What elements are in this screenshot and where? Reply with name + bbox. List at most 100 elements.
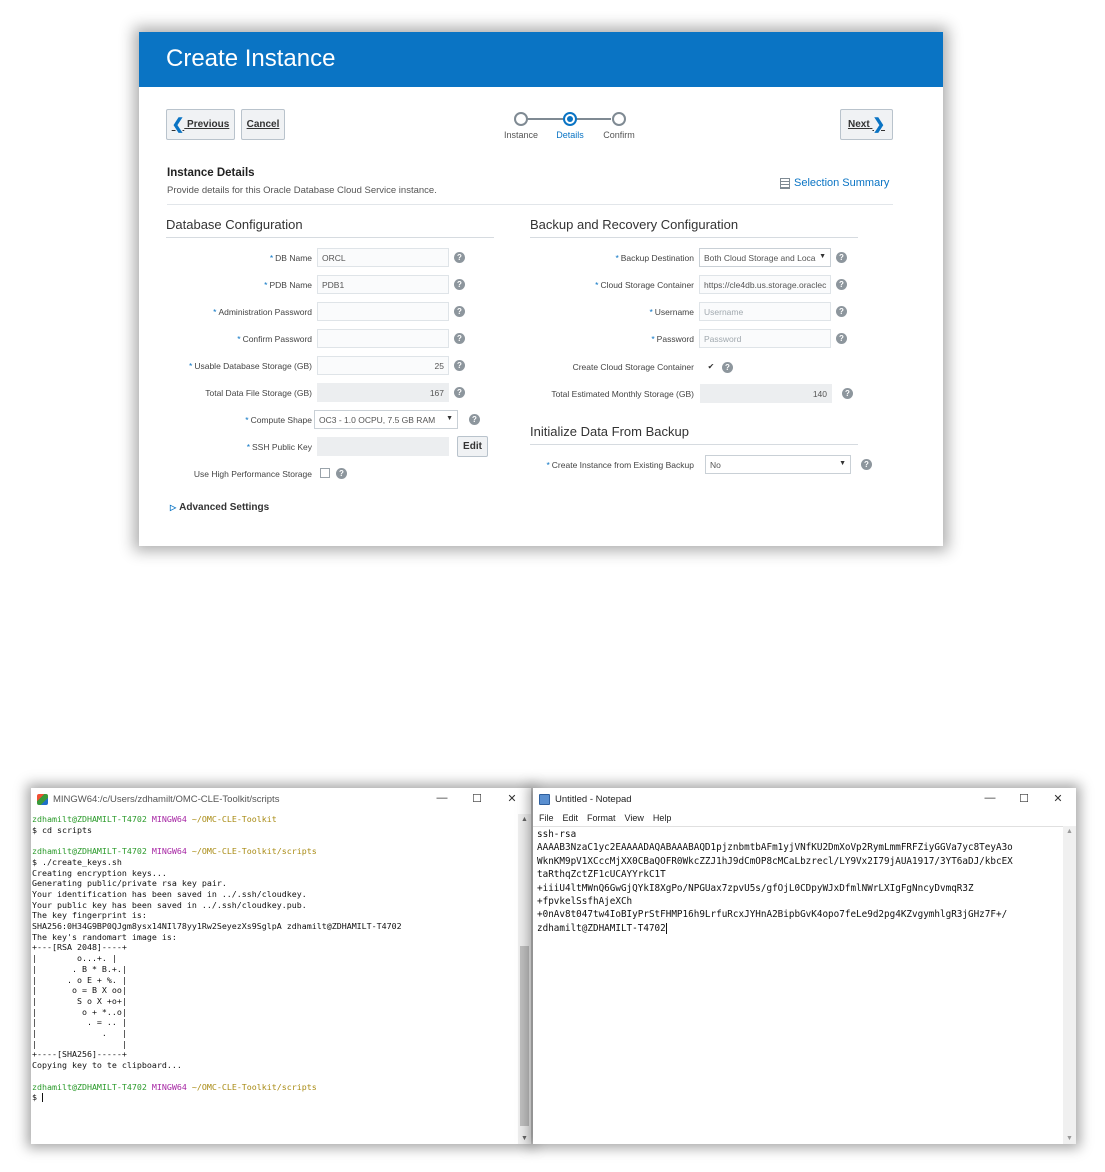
text-line: +fpvkelSsfhAjeXCh <box>537 896 633 908</box>
text-line: AAAAB3NzaC1yc2EAAAADAQABAAABAQD1pjznbmtb… <box>537 842 1013 854</box>
cloud-storage-container-label: * Cloud Storage Container <box>595 280 694 290</box>
text-line: taRthqZctZF1cUCAYYrkC1T <box>537 869 666 881</box>
confirm-password-input[interactable] <box>317 329 449 348</box>
create-container-checkbox[interactable]: ✔ <box>706 362 716 372</box>
admin-password-input[interactable] <box>317 302 449 321</box>
close-icon[interactable]: ✕ <box>1051 792 1065 805</box>
help-icon[interactable]: ? <box>454 333 465 344</box>
text-line: +iiiU4ltMWnQ6GwGjQYkI8XgPo/NPGUax7zpvU5s… <box>537 882 974 894</box>
help-icon[interactable]: ? <box>336 468 347 479</box>
chevron-right-icon: ❯ <box>872 116 886 133</box>
cloud-storage-container-input[interactable]: https://cle4db.us.storage.oraclec <box>699 275 831 294</box>
help-icon[interactable]: ? <box>836 279 847 290</box>
confirm-password-label: * Confirm Password <box>237 334 312 344</box>
train-step-details[interactable] <box>563 112 577 126</box>
menu-help[interactable]: Help <box>653 813 672 823</box>
section-divider <box>167 204 893 205</box>
high-performance-label: Use High Performance Storage <box>193 469 312 479</box>
monthly-storage-value: 140 <box>700 384 832 403</box>
db-name-input[interactable]: ORCL <box>317 248 449 267</box>
edit-label: Edit <box>463 441 482 452</box>
train-step-instance[interactable] <box>514 112 528 126</box>
train-step-confirm[interactable] <box>612 112 626 126</box>
cancel-button[interactable]: Cancel <box>241 109 285 140</box>
username-label: * Username <box>649 307 694 317</box>
usable-storage-input[interactable]: 25 <box>317 356 449 375</box>
previous-label: Previous <box>187 119 230 130</box>
backup-destination-select[interactable]: Both Cloud Storage and Loca <box>699 248 831 267</box>
chevron-left-icon: ❮ <box>171 116 185 133</box>
scroll-up-icon[interactable]: ▲ <box>1063 828 1076 835</box>
notepad-window: Untitled - Notepad — ☐ ✕ File Edit Forma… <box>533 788 1076 1144</box>
selection-summary-link[interactable]: Selection Summary <box>780 177 889 189</box>
help-icon[interactable]: ? <box>454 252 465 263</box>
prompt-path: ~/OMC-CLE-Toolkit/scripts <box>191 846 317 857</box>
maximize-icon[interactable]: ☐ <box>1017 792 1031 805</box>
help-icon[interactable]: ? <box>454 306 465 317</box>
text-line: +0nAv8t047tw4IoBIyPrStFHMP16h9LrfuRcxJYH… <box>537 909 1008 921</box>
help-icon[interactable]: ? <box>836 333 847 344</box>
prompt-env: MINGW64 <box>151 846 187 857</box>
database-configuration-heading: Database Configuration <box>166 217 494 238</box>
notepad-menubar: File Edit Format View Help <box>533 810 1076 826</box>
help-icon[interactable]: ? <box>861 459 872 470</box>
notepad-scrollbar[interactable]: ▲ ▼ <box>1063 826 1076 1144</box>
menu-edit[interactable]: Edit <box>563 813 579 823</box>
backup-destination-label: * Backup Destination <box>615 253 694 263</box>
ssh-public-key-input[interactable] <box>317 437 449 456</box>
compute-shape-select[interactable]: OC3 - 1.0 OCPU, 7.5 GB RAM <box>314 410 458 429</box>
previous-button[interactable]: ❮ Previous <box>166 109 235 140</box>
ssh-public-key-label: * SSH Public Key <box>246 442 312 452</box>
username-input[interactable]: Username <box>699 302 831 321</box>
minimize-icon[interactable]: — <box>983 792 997 804</box>
existing-backup-select[interactable]: No <box>705 455 851 474</box>
maximize-icon[interactable]: ☐ <box>470 792 484 805</box>
help-icon[interactable]: ? <box>836 252 847 263</box>
create-container-label: Create Cloud Storage Container <box>572 362 694 372</box>
total-file-storage-value: 167 <box>317 383 449 402</box>
terminal-title: MINGW64:/c/Users/zdhamilt/OMC-CLE-Toolki… <box>53 793 280 805</box>
close-icon[interactable]: ✕ <box>505 792 519 805</box>
notepad-title: Untitled - Notepad <box>555 793 632 805</box>
menu-format[interactable]: Format <box>587 813 616 823</box>
admin-password-label: * Administration Password <box>213 307 312 317</box>
create-instance-panel: Create Instance ❮ Previous Cancel Next ❯… <box>139 32 943 546</box>
pdb-name-label: * PDB Name <box>264 280 312 290</box>
minimize-icon[interactable]: — <box>435 792 449 804</box>
password-label: * Password <box>651 334 694 344</box>
prompt-path: ~/OMC-CLE-Toolkit/scripts <box>191 1081 317 1092</box>
usable-storage-label: * Usable Database Storage (GB) <box>189 361 312 371</box>
advanced-settings-toggle[interactable]: ▷ Advanced Settings <box>170 502 269 513</box>
scroll-thumb[interactable] <box>520 946 529 1126</box>
help-icon[interactable]: ? <box>722 362 733 373</box>
high-performance-checkbox[interactable] <box>320 468 330 478</box>
section-title: Instance Details <box>167 167 255 179</box>
terminal-output[interactable]: zdhamilt@ZDHAMILT-T4702 MINGW64 ~/OMC-CL… <box>31 814 518 1144</box>
cancel-label: Cancel <box>246 119 280 130</box>
help-icon[interactable]: ? <box>836 306 847 317</box>
scroll-down-icon[interactable]: ▼ <box>518 1135 531 1142</box>
pdb-name-input[interactable]: PDB1 <box>317 275 449 294</box>
menu-view[interactable]: View <box>625 813 644 823</box>
notepad-text-area[interactable]: ssh-rsa AAAAB3NzaC1yc2EAAAADAQABAAABAQD1p… <box>533 826 1063 1144</box>
scroll-down-icon[interactable]: ▼ <box>1063 1135 1076 1142</box>
help-icon[interactable]: ? <box>454 387 465 398</box>
prompt-user: zdhamilt@ZDHAMILT-T4702 <box>32 846 147 857</box>
password-input[interactable]: Password <box>699 329 831 348</box>
advanced-settings-label: Advanced Settings <box>179 502 270 513</box>
text-line: zdhamilt@ZDHAMILT-T4702 <box>537 922 666 934</box>
backup-recovery-heading: Backup and Recovery Configuration <box>530 217 858 238</box>
terminal-scrollbar[interactable]: ▲ ▼ <box>518 814 531 1144</box>
edit-ssh-key-button[interactable]: Edit <box>457 436 488 457</box>
monthly-storage-label: Total Estimated Monthly Storage (GB) <box>551 389 694 399</box>
text-line: WknKM9pV1XCccMjXX0CBaQOFR0WkcZZJ1hJ9dCmO… <box>537 855 1013 867</box>
menu-file[interactable]: File <box>539 813 554 823</box>
help-icon[interactable]: ? <box>454 360 465 371</box>
next-button[interactable]: Next ❯ <box>840 109 893 140</box>
help-icon[interactable]: ? <box>842 388 853 399</box>
command-line: $ ./create_keys.sh <box>32 856 122 867</box>
scroll-up-icon[interactable]: ▲ <box>518 816 531 823</box>
help-icon[interactable]: ? <box>454 279 465 290</box>
next-label: Next <box>847 119 870 130</box>
help-icon[interactable]: ? <box>469 414 480 425</box>
